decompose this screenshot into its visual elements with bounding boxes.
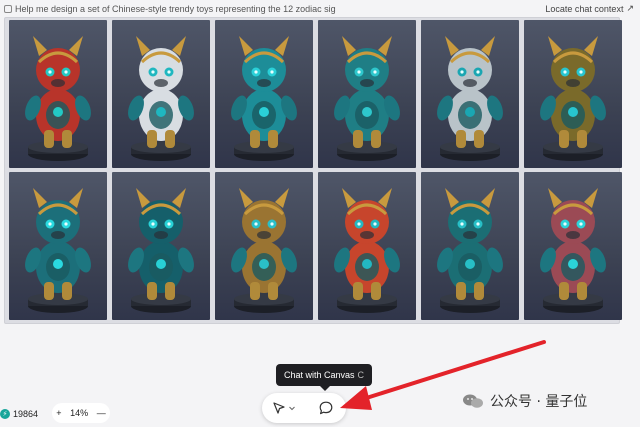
message-icon xyxy=(4,4,12,13)
zodiac-toy-image[interactable] xyxy=(318,172,416,320)
zodiac-toy-image[interactable] xyxy=(112,20,210,168)
zodiac-toy-image[interactable] xyxy=(524,172,622,320)
zoom-in-button[interactable]: + xyxy=(56,408,61,418)
bolt-icon: ⚡ xyxy=(0,409,10,419)
zoom-level: 14% xyxy=(70,408,89,418)
select-tool-button[interactable] xyxy=(272,401,296,415)
zodiac-toy-image[interactable] xyxy=(215,20,313,168)
chat-prompt: Help me design a set of Chinese-style tr… xyxy=(4,4,336,14)
locate-chat-context-link[interactable]: Locate chat context ↗ xyxy=(545,3,634,14)
canvas-image-frame[interactable] xyxy=(4,17,622,324)
zodiac-toy-image[interactable] xyxy=(112,172,210,320)
wechat-logo-icon xyxy=(463,394,483,408)
share-arrow-icon: ↗ xyxy=(626,3,634,13)
figurine-illustration xyxy=(540,188,606,313)
locate-label: Locate chat context xyxy=(545,3,624,14)
watermark-text: 公众号 · 量子位 xyxy=(490,394,588,410)
figurine-illustration xyxy=(437,36,503,161)
figurine-illustration xyxy=(25,188,91,313)
figurine-illustration xyxy=(25,36,91,161)
figurine-illustration xyxy=(437,188,503,313)
chevron-down-icon[interactable] xyxy=(288,404,296,412)
figurine-illustration xyxy=(128,188,194,313)
figurine-illustration xyxy=(334,36,400,161)
figurine-illustration xyxy=(128,36,194,161)
zodiac-toy-image[interactable] xyxy=(9,20,107,168)
top-bar: Help me design a set of Chinese-style tr… xyxy=(0,0,640,17)
figurine-illustration xyxy=(540,36,606,161)
zodiac-toy-image[interactable] xyxy=(421,20,519,168)
zodiac-toy-image[interactable] xyxy=(318,20,416,168)
credits-value: 19864 xyxy=(13,409,39,419)
figurine-illustration xyxy=(231,188,297,313)
zodiac-toy-grid xyxy=(9,20,622,320)
figurine-illustration xyxy=(334,188,400,313)
zodiac-toy-image[interactable] xyxy=(524,20,622,168)
zoom-out-button[interactable]: — xyxy=(97,408,106,418)
zodiac-toy-image[interactable] xyxy=(421,172,519,320)
zodiac-toy-image[interactable] xyxy=(215,172,313,320)
watermark: 公众号 · 量子位 xyxy=(462,390,587,412)
zodiac-toy-image[interactable] xyxy=(9,172,107,320)
zoom-control: + 14% — xyxy=(52,403,110,423)
pointer-arrow-icon xyxy=(273,402,285,414)
prompt-text: Help me design a set of Chinese-style tr… xyxy=(15,3,336,14)
credits-counter: ⚡ 19864 xyxy=(0,405,38,423)
figurine-illustration xyxy=(231,36,297,161)
